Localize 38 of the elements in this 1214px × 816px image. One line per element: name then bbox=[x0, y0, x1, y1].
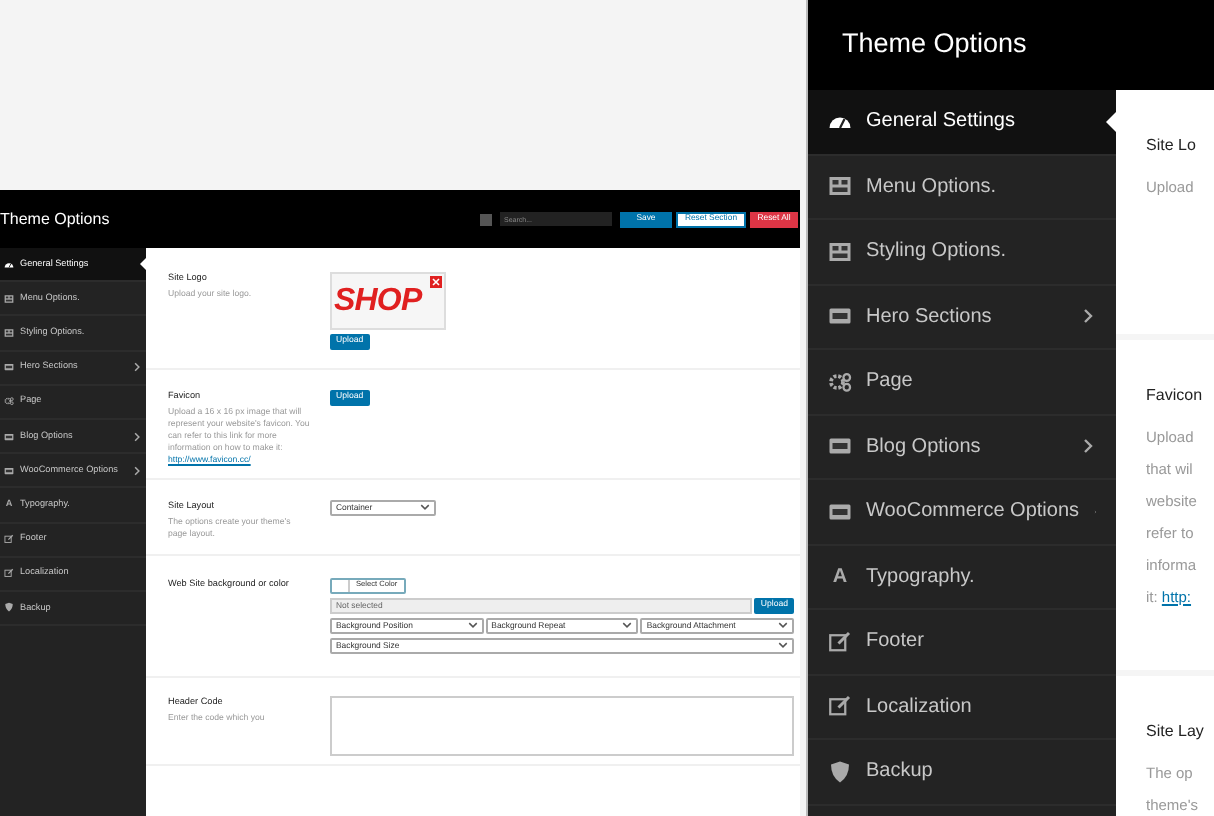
font-icon: A bbox=[828, 561, 852, 592]
picture-icon bbox=[4, 293, 14, 304]
card-icon bbox=[828, 304, 852, 329]
edit-icon bbox=[4, 534, 14, 545]
sidebar-item[interactable]: General Settings bbox=[808, 90, 1116, 155]
sidebar-item[interactable]: Localization bbox=[808, 675, 1116, 740]
sidebar-item[interactable]: A Typography. bbox=[808, 545, 1116, 610]
page-title: Theme Options bbox=[0, 207, 110, 231]
cogs-icon bbox=[828, 369, 852, 394]
page-title: Theme Options bbox=[842, 26, 1027, 63]
edit-icon bbox=[4, 568, 14, 579]
option-label: Site Lo bbox=[1146, 134, 1198, 158]
edit-icon bbox=[828, 629, 852, 654]
sidebar-item[interactable]: Blog Options bbox=[808, 415, 1116, 480]
shield-icon bbox=[4, 602, 14, 613]
caret-icon bbox=[420, 502, 430, 513]
remove-icon[interactable] bbox=[430, 276, 442, 288]
edit-icon bbox=[828, 694, 852, 719]
picture-icon bbox=[4, 327, 14, 338]
sidebar-item[interactable]: Menu Options. bbox=[808, 155, 1116, 220]
option-label: Site Lay bbox=[1146, 720, 1206, 744]
card-icon bbox=[828, 434, 852, 459]
code-textarea[interactable] bbox=[330, 696, 794, 756]
gauge-icon bbox=[4, 259, 14, 270]
card-icon bbox=[4, 465, 14, 476]
option-label: Favicon bbox=[1146, 384, 1205, 408]
cogs-icon bbox=[4, 396, 14, 407]
expand-icon[interactable] bbox=[480, 213, 492, 225]
card-icon bbox=[4, 431, 14, 442]
caret-icon bbox=[467, 620, 478, 631]
shield-icon bbox=[828, 759, 852, 784]
card-icon bbox=[828, 499, 852, 524]
picture-icon bbox=[828, 239, 852, 264]
sidebar-item[interactable]: Hero Sections bbox=[808, 285, 1116, 350]
caret-icon bbox=[622, 620, 633, 631]
logo-preview: SHOP bbox=[330, 272, 446, 330]
card-icon bbox=[4, 362, 14, 373]
picture-icon bbox=[828, 174, 852, 199]
